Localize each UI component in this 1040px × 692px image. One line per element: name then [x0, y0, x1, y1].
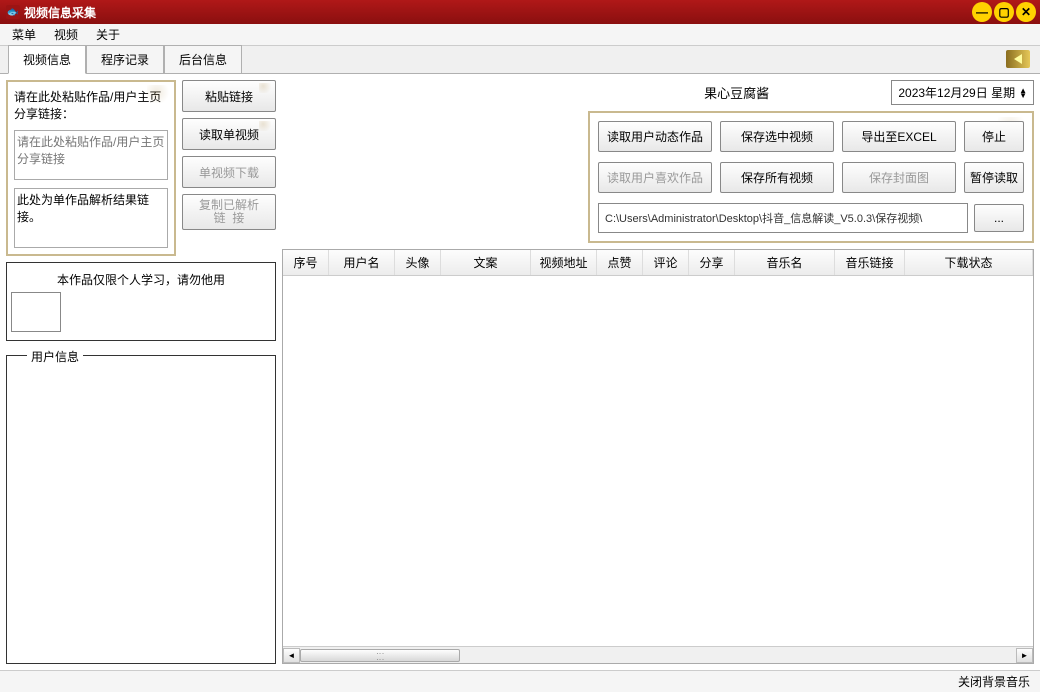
browse-button[interactable]: ...	[974, 204, 1024, 232]
date-spinner-icon[interactable]: ▲▼	[1019, 88, 1027, 98]
tab-program-log[interactable]: 程序记录	[86, 45, 164, 73]
tab-video-info[interactable]: 视频信息	[8, 45, 86, 74]
user-info-box: 用户信息	[6, 355, 276, 664]
user-info-legend: 用户信息	[27, 348, 83, 365]
menu-main[interactable]: 菜单	[4, 24, 44, 45]
action-row-1: 读取用户动态作品 保存选中视频 导出至EXCEL 停止	[598, 121, 1024, 152]
paste-label: 请在此处粘贴作品/用户主页分享链接：	[14, 88, 168, 122]
paste-link-button[interactable]: 粘贴链接	[182, 80, 276, 112]
col-like[interactable]: 点赞	[597, 250, 643, 275]
horizontal-scrollbar[interactable]: ◄ ►	[283, 646, 1033, 663]
table-header: 序号 用户名 头像 文案 视频地址 点赞 评论 分享 音乐名 音乐链接 下载状态	[283, 250, 1033, 276]
save-path-display: C:\Users\Administrator\Desktop\抖音_信息解读_V…	[598, 203, 968, 233]
username-label: 果心豆腐酱	[582, 83, 891, 102]
date-picker[interactable]: 2023年12月29日 星期 ▲▼	[891, 80, 1034, 105]
notice-box: 本作品仅限个人学习，请勿他用	[6, 262, 276, 341]
action-row-2: 读取用户喜欢作品 保存所有视频 保存封面图 暂停读取	[598, 162, 1024, 193]
close-bg-music-link[interactable]: 关闭背景音乐	[958, 673, 1030, 690]
left-column: 请在此处粘贴作品/用户主页分享链接： 粘贴链接 读取单视频 单视频下载 复制已解…	[6, 80, 276, 664]
right-column: 果心豆腐酱 2023年12月29日 星期 ▲▼ 读取用户动态作品 保存选中视频 …	[282, 80, 1034, 664]
notice-text: 本作品仅限个人学习，请勿他用	[11, 271, 271, 288]
save-cover-button[interactable]: 保存封面图	[842, 162, 956, 193]
save-all-button[interactable]: 保存所有视频	[720, 162, 834, 193]
menu-about[interactable]: 关于	[88, 24, 128, 45]
col-index[interactable]: 序号	[283, 250, 329, 275]
side-buttons: 粘贴链接 读取单视频 单视频下载 复制已解析链 接	[182, 80, 276, 256]
menu-video[interactable]: 视频	[46, 24, 86, 45]
notice-thumb	[11, 292, 61, 332]
pause-button[interactable]: 暂停读取	[964, 162, 1024, 193]
col-comment[interactable]: 评论	[643, 250, 689, 275]
copy-parsed-button[interactable]: 复制已解析链 接	[182, 194, 276, 230]
parse-result-input[interactable]	[14, 188, 168, 248]
read-dynamic-button[interactable]: 读取用户动态作品	[598, 121, 712, 152]
col-avatar[interactable]: 头像	[395, 250, 441, 275]
col-share[interactable]: 分享	[689, 250, 735, 275]
scroll-track[interactable]	[300, 648, 1016, 663]
single-download-button[interactable]: 单视频下载	[182, 156, 276, 188]
col-user[interactable]: 用户名	[329, 250, 395, 275]
status-bar: 关闭背景音乐	[0, 670, 1040, 692]
scroll-left-icon[interactable]: ◄	[283, 648, 300, 663]
export-excel-button[interactable]: 导出至EXCEL	[842, 121, 956, 152]
app-icon: 🐟	[6, 5, 20, 19]
path-row: C:\Users\Administrator\Desktop\抖音_信息解读_V…	[598, 203, 1024, 233]
read-single-button[interactable]: 读取单视频	[182, 118, 276, 150]
menubar: 菜单 视频 关于	[0, 24, 1040, 46]
col-download-status[interactable]: 下载状态	[905, 250, 1033, 275]
table-body[interactable]	[283, 276, 1033, 646]
window-title: 视频信息采集	[24, 4, 96, 21]
content-area: 请在此处粘贴作品/用户主页分享链接： 粘贴链接 读取单视频 单视频下载 复制已解…	[0, 74, 1040, 670]
scroll-right-icon[interactable]: ►	[1016, 648, 1033, 663]
col-music-url[interactable]: 音乐链接	[835, 250, 905, 275]
date-value: 2023年12月29日 星期	[898, 84, 1015, 101]
result-table: 序号 用户名 头像 文案 视频地址 点赞 评论 分享 音乐名 音乐链接 下载状态…	[282, 249, 1034, 664]
inputs-area: 请在此处粘贴作品/用户主页分享链接：	[6, 80, 176, 256]
minimize-button[interactable]: —	[972, 2, 992, 22]
input-section: 请在此处粘贴作品/用户主页分享链接： 粘贴链接 读取单视频 单视频下载 复制已解…	[6, 80, 276, 256]
tab-row: 视频信息 程序记录 后台信息	[0, 46, 1040, 74]
save-selected-button[interactable]: 保存选中视频	[720, 121, 834, 152]
action-box: 读取用户动态作品 保存选中视频 导出至EXCEL 停止 读取用户喜欢作品 保存所…	[588, 111, 1034, 243]
top-row: 果心豆腐酱 2023年12月29日 星期 ▲▼	[282, 80, 1034, 105]
read-liked-button[interactable]: 读取用户喜欢作品	[598, 162, 712, 193]
stop-button[interactable]: 停止	[964, 121, 1024, 152]
paste-link-input[interactable]	[14, 130, 168, 180]
scroll-thumb[interactable]	[300, 649, 460, 662]
titlebar[interactable]: 🐟 视频信息采集 — ▢ ✕	[0, 0, 1040, 24]
maximize-button[interactable]: ▢	[994, 2, 1014, 22]
window-controls: — ▢ ✕	[972, 2, 1036, 22]
col-video-url[interactable]: 视频地址	[531, 250, 597, 275]
close-button[interactable]: ✕	[1016, 2, 1036, 22]
col-music-name[interactable]: 音乐名	[735, 250, 835, 275]
col-text[interactable]: 文案	[441, 250, 531, 275]
tab-background-info[interactable]: 后台信息	[164, 45, 242, 73]
speaker-icon[interactable]	[1006, 50, 1030, 68]
